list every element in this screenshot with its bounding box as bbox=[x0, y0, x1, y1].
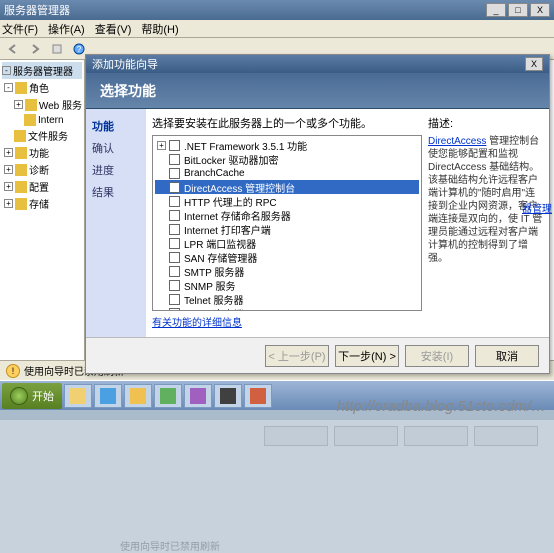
svg-text:?: ? bbox=[77, 45, 82, 54]
menu-help[interactable]: 帮助(H) bbox=[141, 21, 178, 37]
feature-toggle[interactable]: + bbox=[157, 141, 166, 150]
tree-panel: - 服务器管理器 -角色+Web 服务Intern文件服务+功能+诊断+配置+存… bbox=[0, 60, 85, 360]
feature-item[interactable]: SAN 存储管理器 bbox=[155, 250, 419, 264]
folder-icon bbox=[15, 82, 27, 94]
tree-item[interactable]: Intern bbox=[2, 113, 82, 127]
folder-icon bbox=[24, 114, 36, 126]
feature-item[interactable]: BranchCache bbox=[155, 166, 419, 180]
tree-root[interactable]: - 服务器管理器 bbox=[2, 62, 82, 79]
wizard-footer: < 上一步(P) 下一步(N) > 安装(I) 取消 bbox=[86, 337, 549, 373]
feature-checkbox[interactable] bbox=[169, 252, 180, 263]
tree-item[interactable]: +Web 服务 bbox=[2, 96, 82, 113]
feature-item[interactable]: SNMP 服务 bbox=[155, 278, 419, 292]
feature-checkbox[interactable] bbox=[169, 140, 180, 151]
folder-icon bbox=[15, 198, 27, 210]
wizard-close-button[interactable]: X bbox=[525, 57, 543, 71]
props-icon[interactable] bbox=[48, 40, 66, 58]
folder-icon bbox=[15, 164, 27, 176]
feature-item[interactable]: BitLocker 驱动器加密 bbox=[155, 152, 419, 166]
menu-action[interactable]: 操作(A) bbox=[48, 21, 85, 37]
tree-item[interactable]: +功能 bbox=[2, 144, 82, 161]
tree-toggle[interactable]: + bbox=[4, 199, 13, 208]
watermark: http://oradba.blog.51cto.cdm/… bbox=[0, 398, 554, 415]
forward-icon[interactable] bbox=[26, 40, 44, 58]
feature-checkbox[interactable] bbox=[169, 224, 180, 235]
folder-icon bbox=[15, 147, 27, 159]
min-button[interactable]: _ bbox=[486, 3, 506, 17]
main-panel: 添加功能向导 X 选择功能 功能确认进度结果 选择要安装在此服务器上的一个或多个… bbox=[85, 60, 554, 360]
folder-icon bbox=[15, 181, 27, 193]
close-button[interactable]: X bbox=[530, 3, 550, 17]
description-title: 描述: bbox=[428, 115, 543, 131]
cancel-button[interactable]: 取消 bbox=[475, 345, 539, 367]
back-icon[interactable] bbox=[4, 40, 22, 58]
wizard-nav-step[interactable]: 功能 bbox=[90, 115, 142, 137]
menu-view[interactable]: 查看(V) bbox=[95, 21, 132, 37]
info-icon: ! bbox=[6, 364, 20, 378]
feature-details-link[interactable]: 有关功能的详细信息 bbox=[152, 314, 242, 329]
description-panel: 描述: DirectAccess 管理控制台使您能够配置和监视 DirectAc… bbox=[428, 115, 543, 331]
feature-item[interactable]: HTTP 代理上的 RPC bbox=[155, 194, 419, 208]
folder-icon bbox=[25, 99, 37, 111]
next-button[interactable]: 下一步(N) > bbox=[335, 345, 399, 367]
feature-checkbox[interactable] bbox=[169, 182, 180, 193]
folder-icon bbox=[14, 130, 26, 142]
tree-toggle[interactable]: + bbox=[14, 100, 23, 109]
feature-item[interactable]: Telnet 服务器 bbox=[155, 292, 419, 306]
feature-list[interactable]: +.NET Framework 3.5.1 功能 BitLocker 驱动器加密… bbox=[152, 135, 422, 311]
wizard-title: 添加功能向导 bbox=[92, 56, 158, 72]
wizard-nav: 功能确认进度结果 bbox=[86, 109, 146, 337]
menubar: 文件(F) 操作(A) 查看(V) 帮助(H) bbox=[0, 20, 554, 38]
tree-item[interactable]: 文件服务 bbox=[2, 127, 82, 144]
tree-toggle[interactable]: + bbox=[4, 148, 13, 157]
feature-checkbox[interactable] bbox=[169, 238, 180, 249]
install-button: 安装(I) bbox=[405, 345, 469, 367]
wizard-header: 选择功能 bbox=[86, 73, 549, 109]
tree-item[interactable]: +诊断 bbox=[2, 161, 82, 178]
wizard-nav-step[interactable]: 结果 bbox=[90, 181, 142, 203]
wizard-titlebar[interactable]: 添加功能向导 X bbox=[86, 55, 549, 73]
feature-checkbox[interactable] bbox=[169, 266, 180, 277]
right-pane-peek[interactable]: 器管理 bbox=[522, 200, 552, 215]
window-title: 服务器管理器 bbox=[4, 2, 70, 18]
feature-item[interactable]: Internet 存储命名服务器 bbox=[155, 208, 419, 222]
tree-toggle[interactable]: + bbox=[4, 165, 13, 174]
feature-checkbox[interactable] bbox=[169, 168, 180, 179]
feature-item[interactable]: DirectAccess 管理控制台 bbox=[155, 180, 419, 194]
feature-checkbox[interactable] bbox=[169, 294, 180, 305]
feature-checkbox[interactable] bbox=[169, 280, 180, 291]
wizard-nav-step[interactable]: 进度 bbox=[90, 159, 142, 181]
feature-item[interactable]: Telnet 客户端 bbox=[155, 306, 419, 311]
tree-toggle[interactable]: - bbox=[4, 83, 13, 92]
prev-button: < 上一步(P) bbox=[265, 345, 329, 367]
max-button[interactable]: □ bbox=[508, 3, 528, 17]
window-titlebar[interactable]: 服务器管理器 _ □ X bbox=[0, 0, 554, 20]
wizard-prompt: 选择要安装在此服务器上的一个或多个功能。 bbox=[152, 115, 422, 131]
feature-item[interactable]: +.NET Framework 3.5.1 功能 bbox=[155, 138, 419, 152]
tree-item[interactable]: +配置 bbox=[2, 178, 82, 195]
feature-item[interactable]: SMTP 服务器 bbox=[155, 264, 419, 278]
feature-checkbox[interactable] bbox=[169, 210, 180, 221]
wizard-nav-step[interactable]: 确认 bbox=[90, 137, 142, 159]
feature-checkbox[interactable] bbox=[169, 308, 180, 312]
description-link[interactable]: DirectAccess bbox=[428, 136, 486, 147]
feature-checkbox[interactable] bbox=[169, 154, 180, 165]
tree-item[interactable]: +存储 bbox=[2, 195, 82, 212]
feature-item[interactable]: LPR 端口监视器 bbox=[155, 236, 419, 250]
feature-item[interactable]: Internet 打印客户端 bbox=[155, 222, 419, 236]
tree-toggle[interactable]: + bbox=[4, 182, 13, 191]
add-features-wizard: 添加功能向导 X 选择功能 功能确认进度结果 选择要安装在此服务器上的一个或多个… bbox=[85, 54, 550, 374]
menu-file[interactable]: 文件(F) bbox=[2, 21, 38, 37]
feature-checkbox[interactable] bbox=[169, 196, 180, 207]
reflection-area: 使用向导时已禁用刷新 bbox=[0, 420, 554, 553]
tree-item[interactable]: -角色 bbox=[2, 79, 82, 96]
